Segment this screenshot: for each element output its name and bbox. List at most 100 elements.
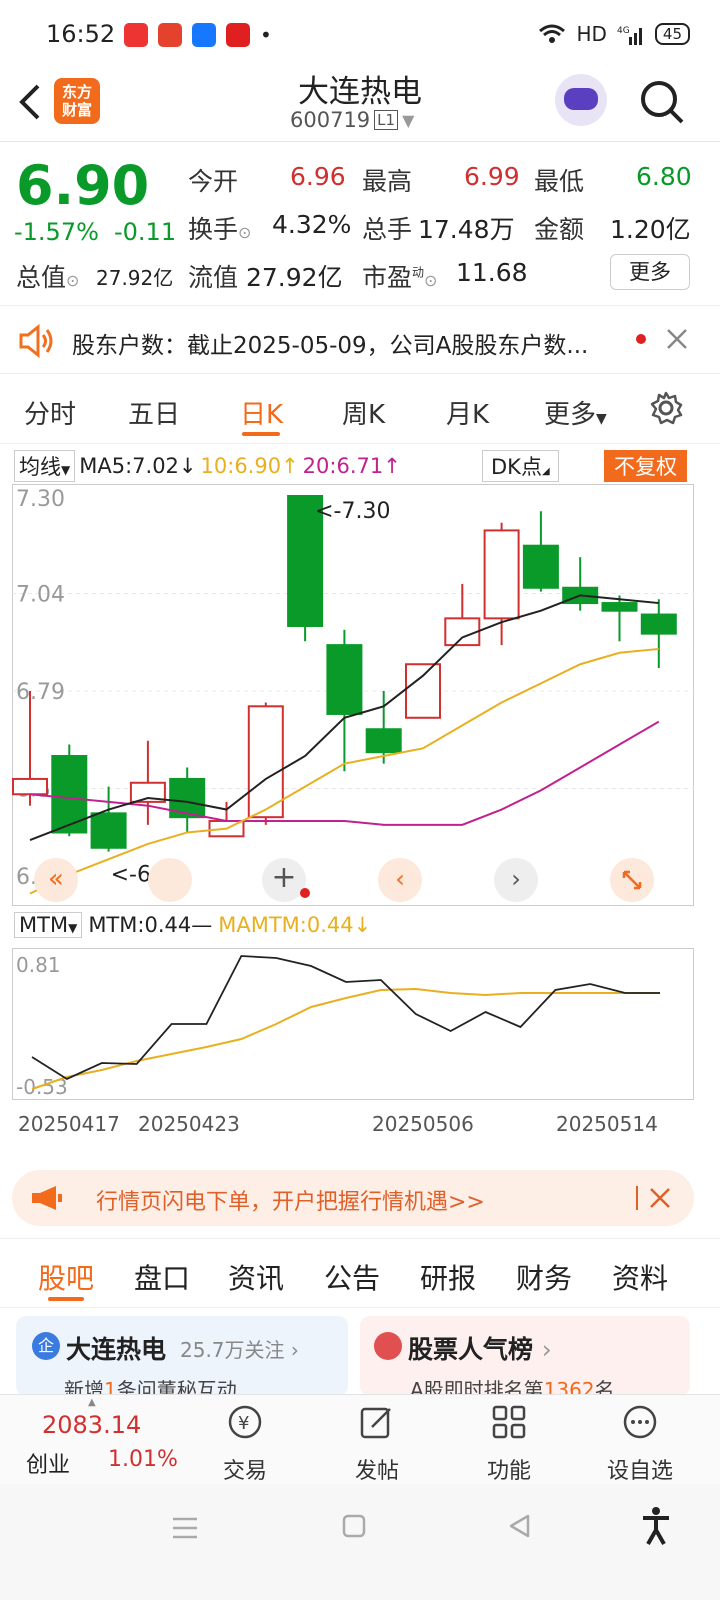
stock-code-selector[interactable]: 600719 L1 ▼ [290, 108, 414, 132]
unread-dot [636, 334, 646, 344]
active-tab-indicator [48, 1297, 84, 1301]
menu-icon[interactable] [170, 1514, 200, 1542]
fullscreen-icon[interactable] [610, 858, 654, 902]
tab-announcement[interactable]: 公告 [324, 1257, 380, 1297]
signal-label: 4G [617, 26, 630, 36]
status-bar: 16:52 • HD 4G 45 [0, 0, 720, 70]
date-label: 20250423 [138, 1112, 240, 1136]
nav-functions[interactable]: 功能 [474, 1403, 544, 1485]
back-icon[interactable] [506, 1512, 534, 1540]
grid-icon [492, 1405, 526, 1439]
y-tick-label: 7.30 [16, 487, 65, 512]
wifi-icon [539, 24, 566, 43]
pe-value: 11.68 [456, 258, 528, 287]
mktcap-label: 总值⊙ [16, 263, 80, 292]
card-subtitle: 新增1条问董秘互动 [64, 1378, 237, 1396]
tab-guba[interactable]: 股吧 [38, 1257, 94, 1297]
card-title: 股票人气榜 › [408, 1335, 552, 1364]
megaphone-icon [32, 1186, 62, 1210]
open-label: 今开 [188, 167, 239, 196]
dk-point-button[interactable]: DK点◢ [482, 450, 559, 482]
stock-header: 东方 财富 大连热电 600719 L1 ▼ [0, 70, 720, 142]
nav-post[interactable]: 发帖 [342, 1403, 412, 1485]
card-subtitle: A股即时排名第1362名 [410, 1378, 615, 1396]
more-button[interactable]: 更多 [610, 254, 690, 290]
candle-body [444, 617, 481, 647]
mamtm-value: MAMTM:0.44↓ [218, 913, 372, 937]
price-adjust-button[interactable]: 不复权 [604, 450, 687, 482]
chevron-right-icon: › [541, 1335, 552, 1364]
gear-icon[interactable] [648, 390, 684, 426]
y-tick-label: 7.04 [16, 583, 65, 608]
home-icon[interactable] [340, 1512, 368, 1540]
robot-assistant-icon[interactable] [555, 74, 607, 126]
mamtm-line [31, 987, 660, 1090]
ma-selector[interactable]: 均线▼ [14, 450, 76, 482]
zoom-out-button[interactable] [148, 858, 192, 902]
tab-weekly-k[interactable]: 周K [342, 394, 385, 431]
candle-body [12, 777, 48, 796]
tab-monthly-k[interactable]: 月K [446, 394, 489, 431]
volume-value: 17.48万 [418, 215, 515, 244]
chevron-left-icon[interactable]: ‹ [378, 858, 422, 902]
current-price: 6.90 [16, 154, 150, 217]
index-percent: 1.01% [108, 1447, 178, 1472]
close-icon[interactable] [666, 328, 688, 350]
tab-daily-k[interactable]: 日K [240, 394, 283, 431]
bottom-nav: 2083.14 ▲ 创业 1.01% ¥ 交易 发帖 功能 设自选 [0, 1394, 720, 1484]
nav-add-watchlist[interactable]: 设自选 [600, 1403, 680, 1485]
date-label: 20250417 [18, 1112, 120, 1136]
tab-research[interactable]: 研报 [420, 1257, 476, 1297]
high-label: 最高 [362, 167, 413, 196]
tab-pankou[interactable]: 盘口 [134, 1257, 190, 1297]
battery-icon: 45 [654, 23, 690, 45]
volume-label: 总手 [362, 215, 413, 244]
signal-icon: 4G [617, 26, 642, 45]
stock-code: 600719 [290, 108, 371, 132]
notice-bar[interactable]: 股东户数：截止2025-05-09，公司A股股东户数... [0, 306, 720, 374]
mtm-chart[interactable]: 0.81-0.53 [12, 948, 694, 1100]
tab-finance[interactable]: 财务 [516, 1257, 572, 1297]
nav-trade[interactable]: ¥ 交易 [210, 1403, 280, 1485]
close-icon[interactable] [648, 1186, 672, 1210]
double-chevron-left-icon[interactable]: « [34, 858, 78, 902]
tab-profile[interactable]: 资料 [612, 1257, 668, 1297]
ma20-value: 20:6.71↑ [302, 454, 401, 478]
promo-banner[interactable]: 行情页闪电下单，开户把握行情机遇>> [12, 1170, 694, 1226]
level-badge: L1 [374, 110, 399, 130]
max-price-label: <-7.30 [315, 499, 390, 524]
chevron-down-icon: ▼ [68, 921, 78, 935]
info-icon: ⊙ [66, 271, 80, 290]
ma5-value: MA5:7.02↓ [79, 454, 197, 478]
candlestick-chart[interactable]: 7.307.046.796.536.28<-7.30<-6.37 [12, 484, 694, 906]
stock-title: 大连热电 [298, 74, 422, 110]
chevron-right-icon[interactable]: › [494, 858, 538, 902]
open-value: 6.96 [290, 162, 346, 191]
candle-body [522, 544, 559, 589]
amount-value: 1.20亿 [610, 215, 691, 244]
y-tick-label: 6.79 [16, 680, 65, 705]
tab-more[interactable]: 更多▼ [544, 394, 607, 431]
active-tab-indicator [242, 432, 280, 436]
search-icon[interactable] [638, 78, 686, 126]
status-time: 16:52 [46, 20, 116, 48]
tab-intraday[interactable]: 分时 [24, 394, 76, 431]
low-label: 最低 [534, 167, 585, 196]
promo-text: 行情页闪电下单，开户把握行情机遇>> [96, 1190, 485, 1215]
info-icon: ⊙ [424, 271, 438, 290]
tab-five-day[interactable]: 五日 [128, 394, 180, 431]
mtm-legend: MTM▼ MTM:0.44— MAMTM:0.44↓ [14, 912, 371, 938]
edit-icon [360, 1407, 391, 1439]
indicator-selector[interactable]: MTM▼ [14, 912, 83, 938]
low-value: 6.80 [636, 162, 692, 191]
plus-icon[interactable]: + [262, 858, 306, 902]
sub-tabs: 股吧 盘口 资讯 公告 研报 财务 资料 [0, 1238, 720, 1308]
accessibility-icon[interactable] [640, 1506, 672, 1546]
follow-count: 25.7万关注 › [180, 1338, 299, 1362]
mktcap-value: 27.92亿 [96, 266, 174, 290]
ma10-value: 10:6.90↑ [200, 454, 299, 478]
stock-bar-card[interactable]: 企 大连热电 25.7万关注 › 新增1条问董秘互动 [16, 1316, 348, 1396]
tab-news[interactable]: 资讯 [228, 1257, 284, 1297]
change-percent: -1.57% [14, 218, 99, 246]
popularity-card[interactable]: 股票人气榜 › A股即时排名第1362名 [360, 1316, 690, 1396]
